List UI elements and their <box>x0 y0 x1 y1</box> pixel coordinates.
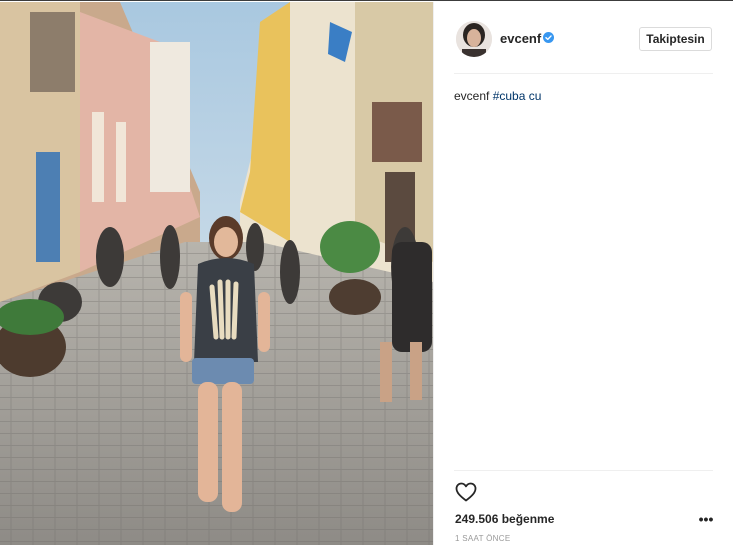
actions-divider <box>454 470 713 471</box>
post-frame: evcenf Takiptesin evcenf #cuba cu 249.50… <box>0 0 733 545</box>
post-timestamp: 1 SAAT ÖNCE <box>455 534 511 543</box>
post-photo[interactable] <box>0 2 433 545</box>
more-options-icon[interactable]: ••• <box>696 512 716 526</box>
header-divider <box>454 73 713 74</box>
verified-badge-icon <box>543 32 554 43</box>
avatar[interactable] <box>456 21 492 57</box>
caption-username-link[interactable]: evcenf <box>454 89 489 103</box>
post-side-panel: evcenf Takiptesin evcenf #cuba cu 249.50… <box>433 2 733 545</box>
username-link[interactable]: evcenf <box>500 31 541 46</box>
likes-count[interactable]: 249.506 beğenme <box>455 512 554 526</box>
caption-hashtag-link[interactable]: #cuba cu <box>493 89 542 103</box>
heart-outline-icon[interactable] <box>454 480 478 504</box>
street-scene-image <box>0 2 433 545</box>
post-caption: evcenf #cuba cu <box>454 89 541 103</box>
following-button[interactable]: Takiptesin <box>639 27 712 51</box>
avatar-image <box>456 21 492 57</box>
post-header: evcenf Takiptesin <box>434 2 733 74</box>
